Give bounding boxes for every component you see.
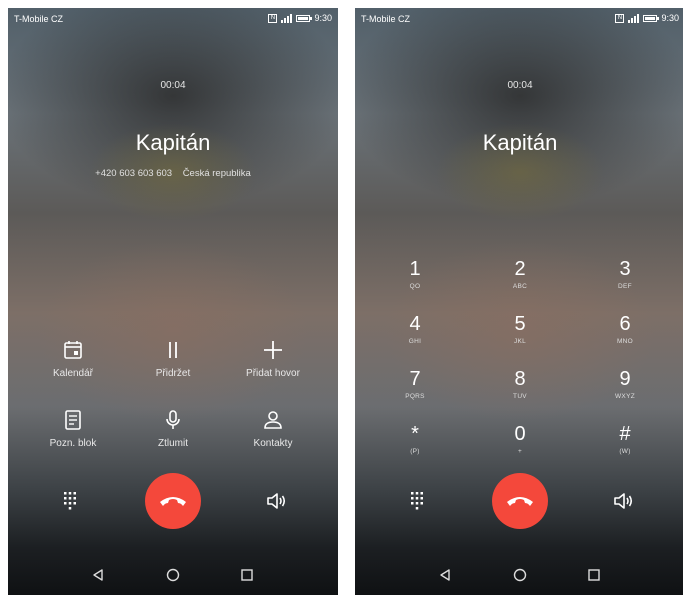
key-digit: 2 (514, 258, 526, 280)
key-9[interactable]: 9 WXYZ (595, 368, 655, 418)
key-star[interactable]: * (P) (385, 423, 445, 473)
microphone-icon (166, 410, 180, 429)
key-digit: 1 (409, 258, 421, 280)
key-letters: TUV (513, 393, 527, 400)
home-icon[interactable] (165, 567, 181, 583)
pause-icon (169, 342, 177, 358)
key-digit: 4 (409, 313, 421, 335)
key-digit: 3 (619, 258, 631, 280)
notepad-icon (65, 410, 81, 430)
call-controls (355, 473, 683, 529)
call-timer: 00:04 (160, 80, 186, 91)
mute-button[interactable]: Ztlumit (128, 408, 218, 449)
carrier-name: T-Mobile CZ (14, 14, 64, 24)
battery-icon (296, 14, 313, 22)
calendar-label: Kalendář (52, 368, 94, 379)
mute-label: Ztlumit (158, 438, 188, 449)
key-digit: 8 (514, 368, 526, 390)
phone-number: +420 603 603 603 (95, 168, 173, 179)
dialpad-icon[interactable] (405, 489, 429, 513)
key-digit: 0 (514, 423, 526, 445)
nfc-icon: N (268, 13, 278, 23)
calendar-button[interactable]: Kalendář (28, 338, 118, 379)
status-bar: T-Mobile CZ N 9:30 (355, 8, 683, 30)
key-6[interactable]: 6 MNO (595, 313, 655, 363)
key-hash[interactable]: # (W) (595, 423, 655, 473)
key-letters: WXYZ (615, 393, 635, 400)
signal-icon (281, 13, 293, 23)
hangup-button[interactable] (145, 473, 201, 529)
speaker-icon[interactable] (611, 489, 635, 513)
notepad-button[interactable]: Pozn. blok (28, 408, 118, 449)
key-digit: 5 (514, 313, 526, 335)
key-2[interactable]: 2 ABC (490, 258, 550, 308)
battery-icon (643, 14, 660, 22)
key-1[interactable]: 1 QO (385, 258, 445, 308)
signal-icon (628, 13, 640, 23)
in-call-screen: T-Mobile CZ N 9:30 00:04 Kapitán +420 60… (8, 8, 338, 595)
plus-icon (264, 341, 282, 359)
contact-details: +420 603 603 603 Česká republika (8, 168, 338, 179)
key-4[interactable]: 4 GHI (385, 313, 445, 363)
country: Česká republika (182, 168, 251, 179)
key-letters: (P) (410, 448, 420, 455)
navigation-bar (8, 555, 338, 595)
hangup-icon (507, 497, 533, 506)
call-timer: 00:04 (507, 80, 533, 91)
key-digit: * (411, 423, 419, 445)
calendar-icon (64, 341, 82, 359)
key-letters: PQRS (405, 393, 425, 400)
notepad-label: Pozn. blok (49, 438, 97, 449)
key-digit: 6 (619, 313, 631, 335)
key-letters: + (517, 448, 523, 455)
key-letters: (W) (619, 448, 631, 455)
key-7[interactable]: 7 PQRS (385, 368, 445, 418)
contacts-button[interactable]: Kontakty (228, 408, 318, 449)
key-3[interactable]: 3 DEF (595, 258, 655, 308)
home-icon[interactable] (512, 567, 528, 583)
hangup-icon (160, 497, 186, 506)
speaker-icon[interactable] (264, 489, 288, 513)
status-icons: N 9:30 (615, 13, 679, 23)
contact-name: Kapitán (482, 130, 558, 155)
key-digit: # (619, 423, 631, 445)
key-8[interactable]: 8 TUV (490, 368, 550, 418)
keypad-screen: T-Mobile CZ N 9:30 00:04 Kapitán 1 QO 2 AB… (355, 8, 683, 595)
key-letters: GHI (408, 338, 422, 345)
hold-button[interactable]: Přidržet (128, 338, 218, 379)
clock: 9:30 (661, 13, 679, 23)
key-0[interactable]: 0 + (490, 423, 550, 473)
person-icon (264, 411, 282, 429)
status-bar: T-Mobile CZ N 9:30 (8, 8, 338, 30)
key-letters: JKL (513, 338, 527, 345)
add-call-label: Přidat hovor (246, 368, 300, 379)
back-icon[interactable] (90, 567, 106, 583)
key-letters: ABC (512, 283, 528, 290)
dial-keypad: 1 QO 2 ABC 3 DEF 4 GHI 5 JKL 6 MNO 7 PQRS 8 TUV … (375, 258, 665, 458)
dialpad-icon[interactable] (58, 489, 82, 513)
nfc-icon: N (615, 13, 625, 23)
key-digit: 9 (619, 368, 631, 390)
key-digit: 7 (409, 368, 421, 390)
status-icons: N 9:30 (268, 13, 332, 23)
add-call-button[interactable]: Přidat hovor (228, 338, 318, 379)
key-letters: QO (409, 283, 421, 290)
contacts-label: Kontakty (253, 438, 293, 449)
contact-name: Kapitán (135, 130, 211, 155)
navigation-bar (355, 555, 683, 595)
clock: 9:30 (314, 13, 332, 23)
carrier-name: T-Mobile CZ (361, 14, 411, 24)
key-5[interactable]: 5 JKL (490, 313, 550, 363)
call-controls (8, 473, 338, 529)
hold-label: Přidržet (155, 368, 191, 379)
key-letters: MNO (616, 338, 634, 345)
key-letters: DEF (618, 283, 632, 290)
recent-apps-icon[interactable] (586, 567, 602, 583)
recent-apps-icon[interactable] (239, 567, 255, 583)
hangup-button[interactable] (492, 473, 548, 529)
back-icon[interactable] (437, 567, 453, 583)
